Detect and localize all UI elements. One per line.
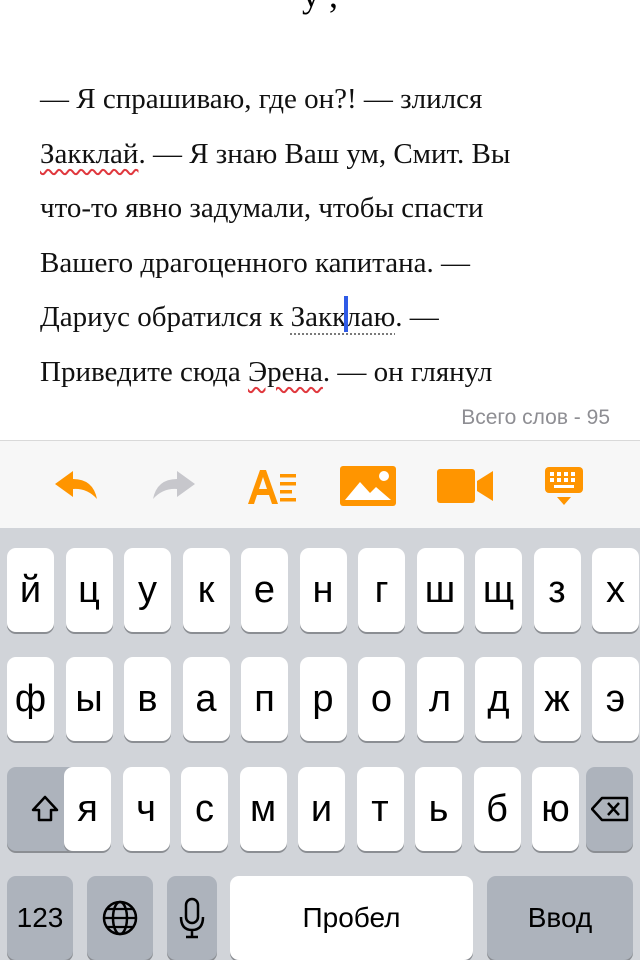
text-line: Приведите сюда Эрена. — он глянул bbox=[40, 345, 620, 400]
letter-key[interactable]: о bbox=[358, 657, 405, 741]
document-editor[interactable]: y , — Я спрашиваю, где он?! — злился Закк… bbox=[0, 0, 640, 440]
text-segment: . — он глянул bbox=[322, 355, 493, 388]
text-line: Закклай. — Я знаю Ваш ум, Смит. Вы bbox=[40, 127, 620, 182]
letter-key[interactable]: а bbox=[182, 657, 230, 741]
delete-backspace-icon bbox=[590, 796, 628, 822]
image-icon bbox=[340, 466, 396, 506]
text-format-button[interactable] bbox=[242, 461, 302, 511]
letter-key[interactable]: в bbox=[124, 657, 171, 741]
letter-key[interactable]: т bbox=[356, 767, 404, 851]
letter-key[interactable]: ы bbox=[65, 657, 113, 741]
microphone-key[interactable] bbox=[167, 876, 217, 960]
text-line: Вашего драгоценного капитана. — bbox=[40, 236, 620, 291]
text-segment: что-то явно задумали, чтобы спасти bbox=[40, 192, 484, 224]
return-key[interactable]: Ввод bbox=[487, 876, 633, 960]
letter-key[interactable]: ф bbox=[7, 657, 54, 741]
text-segment: . — bbox=[395, 301, 439, 333]
globe-key[interactable] bbox=[87, 876, 153, 960]
letter-key[interactable]: э bbox=[592, 657, 639, 741]
letter-key[interactable]: ц bbox=[65, 548, 113, 632]
text-segment: Дариус обратился к bbox=[40, 301, 291, 333]
chapter-title-fragment: y , bbox=[0, 0, 640, 16]
letter-key[interactable]: г bbox=[358, 548, 405, 632]
keyboard-hide-icon bbox=[545, 467, 583, 505]
letter-key[interactable]: б bbox=[473, 767, 521, 851]
delete-key[interactable] bbox=[586, 767, 633, 851]
keyboard: 123 Пробел Ввод йцукенгшщзх фывапролджэ яч… bbox=[0, 528, 640, 960]
text-cursor bbox=[344, 296, 349, 332]
letter-key[interactable]: у bbox=[124, 548, 171, 632]
editor-toolbar bbox=[0, 440, 640, 528]
text-segment: . — Я знаю Ваш ум, Смит. Вы bbox=[138, 137, 511, 170]
document-paragraph[interactable]: — Я спрашиваю, где он?! — злился Закклай.… bbox=[40, 72, 620, 399]
numbers-key[interactable]: 123 bbox=[7, 876, 73, 960]
letter-key[interactable]: р bbox=[299, 657, 347, 741]
insert-video-button[interactable] bbox=[436, 461, 496, 511]
letter-key[interactable]: ш bbox=[416, 548, 464, 632]
shift-icon bbox=[31, 795, 58, 822]
redo-arrow-icon bbox=[153, 471, 195, 499]
letter-key[interactable]: м bbox=[239, 767, 287, 851]
text-segment: Вашего драгоценного капитана. — bbox=[40, 246, 470, 279]
autocorrect-word: Закк bbox=[290, 301, 347, 333]
text-line: — Я спрашиваю, где он?! — злился bbox=[40, 72, 620, 127]
space-key[interactable]: Пробел bbox=[230, 876, 473, 960]
letter-key[interactable]: ь bbox=[415, 767, 462, 851]
autocorrect-word: лаю bbox=[346, 301, 396, 333]
hide-keyboard-button[interactable] bbox=[534, 461, 594, 511]
undo-button[interactable] bbox=[46, 461, 106, 511]
letter-key[interactable]: и bbox=[298, 767, 345, 851]
letter-key[interactable]: з bbox=[533, 548, 581, 632]
text-format-icon bbox=[248, 470, 296, 504]
text-line: Дариус обратился к Закклаю. — bbox=[40, 290, 620, 345]
text-segment: Приведите сюда bbox=[40, 355, 248, 388]
letter-key[interactable]: ю bbox=[532, 767, 579, 851]
undo-arrow-icon bbox=[55, 471, 97, 499]
letter-key[interactable]: п bbox=[241, 657, 288, 741]
letter-key[interactable]: я bbox=[64, 767, 111, 851]
misspelled-word: Эрена bbox=[247, 355, 323, 388]
word-count: Всего слов - 95 bbox=[461, 406, 610, 429]
letter-key[interactable]: ж bbox=[533, 657, 581, 741]
globe-icon bbox=[102, 900, 138, 936]
text-segment: — Я спрашиваю, где он?! — злился bbox=[40, 83, 483, 115]
letter-key[interactable]: к bbox=[182, 548, 230, 632]
text-line: что-то явно задумали, чтобы спасти bbox=[40, 181, 620, 236]
letter-key[interactable]: щ bbox=[475, 548, 522, 632]
letter-key[interactable]: н bbox=[299, 548, 347, 632]
letter-key[interactable]: л bbox=[416, 657, 464, 741]
letter-key[interactable]: с bbox=[181, 767, 228, 851]
misspelled-word: Закклай bbox=[40, 137, 139, 170]
redo-button[interactable] bbox=[144, 461, 204, 511]
letter-key[interactable]: е bbox=[241, 548, 288, 632]
letter-key[interactable]: й bbox=[7, 548, 54, 632]
letter-key[interactable]: х bbox=[592, 548, 639, 632]
insert-image-button[interactable] bbox=[338, 461, 398, 511]
video-camera-icon bbox=[437, 469, 493, 503]
letter-key[interactable]: ч bbox=[122, 767, 170, 851]
microphone-icon bbox=[179, 897, 205, 939]
letter-key[interactable]: д bbox=[475, 657, 522, 741]
